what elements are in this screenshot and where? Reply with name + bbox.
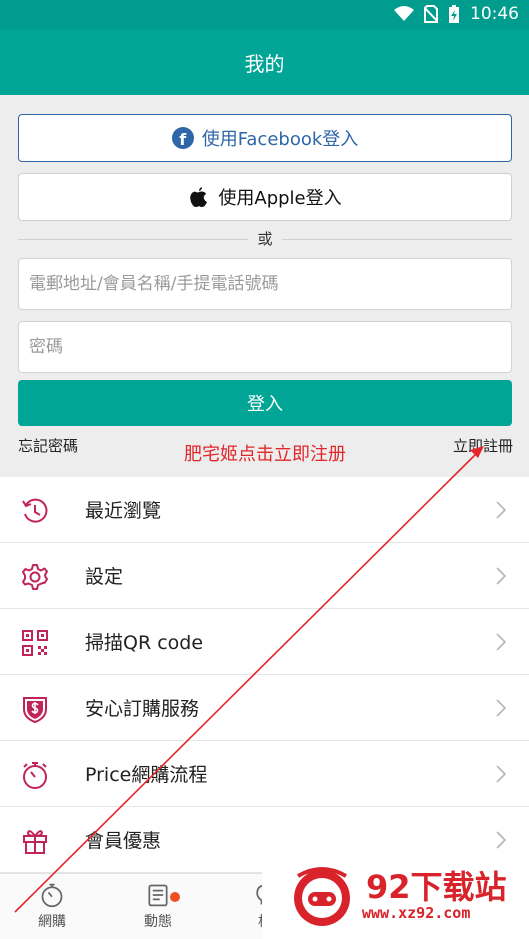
or-divider: 或 [18, 228, 512, 250]
menu-item-label: 最近瀏覽 [85, 500, 162, 522]
menu-item-scan-qr[interactable]: 掃描QR code [0, 609, 529, 675]
menu-item-label: 會員優惠 [85, 830, 162, 852]
nav-item-shopping[interactable]: 網購 [12, 882, 92, 931]
news-icon [148, 884, 168, 907]
apple-icon [188, 186, 210, 208]
no-sim-icon [424, 5, 438, 23]
menu-item-shopping-process[interactable]: Price網購流程 [0, 741, 529, 807]
annotation-text: 肥宅姬点击立即注册 [184, 444, 346, 465]
divider-line-left [18, 239, 248, 240]
page-title: 我的 [244, 52, 285, 76]
watermark: 92下载站 www.xz92.com [262, 852, 529, 939]
menu-item-label: 掃描QR code [85, 632, 204, 654]
facebook-icon: f [171, 127, 194, 149]
chevron-right-icon [496, 831, 507, 849]
chevron-right-icon [496, 501, 507, 519]
gear-icon [22, 564, 48, 590]
status-time: 10:46 [470, 4, 519, 24]
watermark-url: www.xz92.com [362, 904, 471, 922]
login-button[interactable]: 登入 [18, 380, 512, 426]
menu-list: 最近瀏覽 設定 掃描QR code 安心訂購服務 Price網購流程 會員優惠 [0, 477, 529, 873]
watermark-title: 92下载站 [366, 868, 507, 906]
qr-code-icon [22, 630, 48, 656]
menu-item-recently-viewed[interactable]: 最近瀏覽 [0, 477, 529, 543]
status-bar: 10:46 [0, 0, 529, 30]
email-input[interactable] [18, 258, 512, 310]
apple-login-label: 使用Apple登入 [218, 188, 342, 209]
or-text: 或 [257, 230, 273, 248]
chevron-right-icon [496, 633, 507, 651]
menu-item-settings[interactable]: 設定 [0, 543, 529, 609]
chevron-right-icon [496, 699, 507, 717]
app-bar: 我的 [0, 30, 529, 95]
login-button-label: 登入 [247, 394, 283, 415]
nav-item-news[interactable]: 動態 [118, 882, 198, 931]
login-panel: f 使用Facebook登入 使用Apple登入 或 登入 忘記密碼 肥宅姬点击… [0, 95, 529, 477]
facebook-login-button[interactable]: f 使用Facebook登入 [18, 114, 512, 162]
stopwatch-icon [41, 883, 63, 908]
menu-item-label: Price網購流程 [85, 764, 208, 786]
nav-label: 網購 [38, 914, 66, 930]
apple-login-button[interactable]: 使用Apple登入 [18, 173, 512, 221]
chevron-right-icon [496, 765, 507, 783]
facebook-login-label: 使用Facebook登入 [201, 129, 359, 150]
register-link[interactable]: 立即註冊 [453, 435, 513, 456]
chevron-right-icon [496, 567, 507, 585]
menu-item-label: 設定 [85, 566, 124, 588]
site-logo-icon [294, 867, 350, 926]
stopwatch-icon [23, 762, 47, 789]
history-icon [22, 498, 48, 523]
status-icons: 10:46 [394, 4, 519, 24]
shield-dollar-icon [23, 697, 47, 724]
menu-item-label: 安心訂購服務 [85, 698, 200, 720]
wifi-icon [394, 6, 414, 21]
password-input[interactable] [18, 321, 512, 373]
divider-line-right [282, 239, 512, 240]
menu-item-secure-ordering[interactable]: 安心訂購服務 [0, 675, 529, 741]
gift-icon [23, 830, 47, 854]
battery-charging-icon [449, 5, 459, 23]
nav-label: 動態 [144, 914, 172, 930]
notification-badge [170, 892, 180, 902]
forgot-password-link[interactable]: 忘記密碼 [18, 435, 78, 456]
